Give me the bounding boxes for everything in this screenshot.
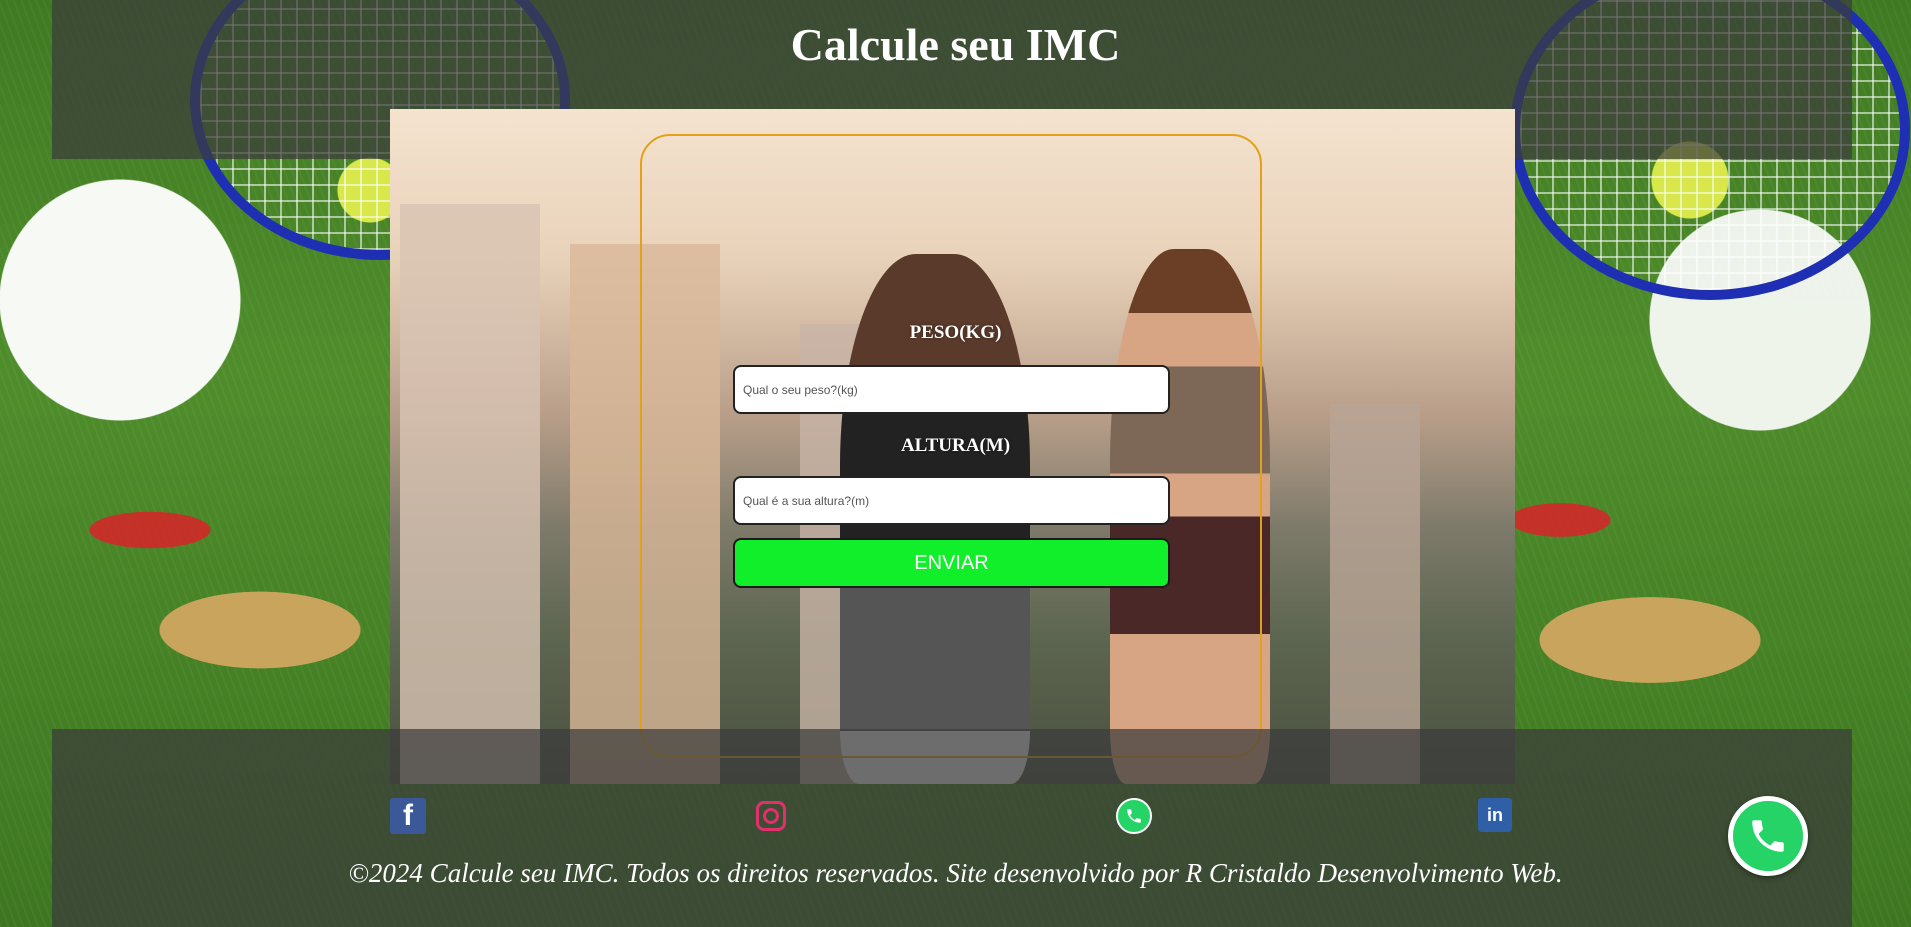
phone-glyph bbox=[1752, 820, 1784, 852]
page-title: Calcule seu IMC bbox=[790, 19, 1121, 70]
height-input[interactable] bbox=[733, 476, 1170, 525]
building-decoration bbox=[1330, 404, 1420, 784]
facebook-icon[interactable]: f bbox=[390, 798, 426, 834]
whatsapp-icon[interactable] bbox=[1116, 798, 1152, 834]
phone-glyph bbox=[1127, 809, 1141, 823]
whatsapp-icon[interactable] bbox=[1728, 796, 1808, 876]
weight-input[interactable] bbox=[733, 365, 1170, 414]
building-decoration bbox=[400, 204, 540, 784]
footer-bar bbox=[52, 729, 1852, 927]
copyright-text: ©2024 Calcule seu IMC. Todos os direitos… bbox=[348, 858, 1563, 888]
instagram-icon[interactable] bbox=[756, 801, 786, 831]
submit-button[interactable]: ENVIAR bbox=[733, 538, 1170, 588]
linkedin-icon[interactable]: in bbox=[1478, 798, 1512, 832]
weight-label: PESO(KG) bbox=[909, 322, 1002, 343]
height-label: ALTURA(M) bbox=[900, 435, 1011, 456]
